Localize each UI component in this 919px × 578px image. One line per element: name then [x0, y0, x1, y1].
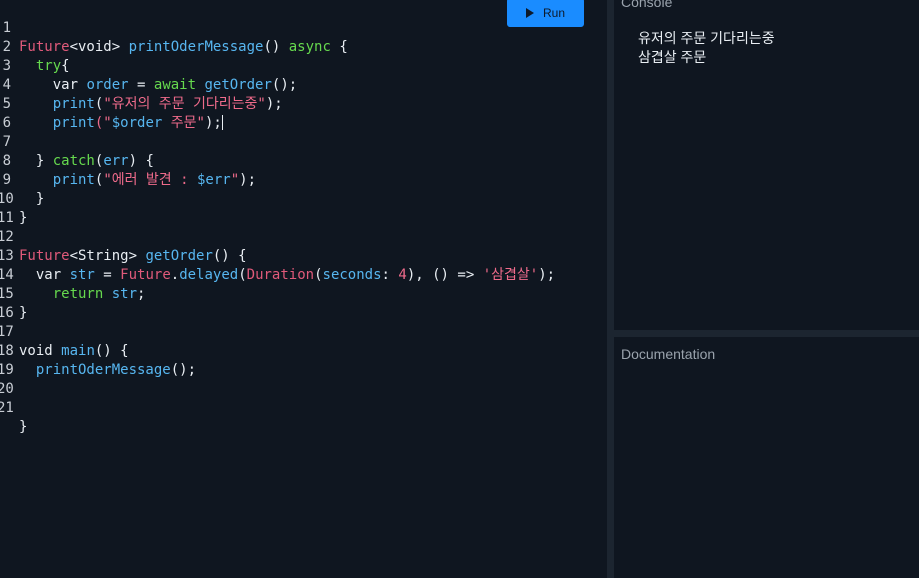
code-line: 5 print("$order 주문");	[0, 76, 607, 131]
vertical-splitter[interactable]	[607, 0, 614, 578]
console-line: 유저의 주문 기다리는중	[638, 30, 775, 46]
code-line: 20	[0, 361, 607, 397]
run-button[interactable]: Run	[507, 0, 584, 27]
code-editor[interactable]: 1 Future<void> printOderMessage() async …	[0, 0, 607, 578]
documentation-title: Documentation	[621, 346, 716, 362]
line-number: 21	[0, 400, 14, 416]
console-panel: Console 유저의 주문 기다리는중 삼겹살 주문	[614, 0, 919, 330]
console-title: Console	[621, 0, 673, 10]
play-icon	[525, 7, 534, 18]
code-token: }	[19, 419, 28, 435]
console-line: 삼겹살 주문	[638, 49, 707, 65]
code-line: 14 return str;	[0, 247, 607, 302]
horizontal-splitter[interactable]	[614, 330, 919, 337]
code-line: 15 }	[0, 266, 607, 321]
console-output: 유저의 주문 기다리는중 삼겹살 주문	[638, 29, 775, 67]
code-line: 3 var order = await getOrder();	[0, 38, 607, 93]
code-line: 21 }	[0, 380, 607, 435]
code-line: 9 }	[0, 152, 607, 207]
code-line: 13 var str = Future.delayed(Duration(sec…	[0, 228, 607, 283]
code-line: 6	[0, 95, 607, 131]
code-line: 17 void main() {	[0, 304, 607, 359]
code-line: 8 print("에러 발견 : $err");	[0, 133, 607, 188]
code-line: 18 printOderMessage();	[0, 323, 607, 378]
run-button-label: Run	[542, 5, 565, 20]
code-line: 11	[0, 190, 607, 226]
code-line: 19	[0, 342, 607, 378]
code-line: 10 }	[0, 171, 607, 226]
documentation-panel: Documentation	[614, 337, 919, 578]
code-line: 7 } catch(err) {	[0, 114, 607, 169]
code-line: 4 print("유저의 주문 기다리는중");	[0, 57, 607, 112]
code-line: 12 Future<String> getOrder() {	[0, 209, 607, 264]
code-line: 16	[0, 285, 607, 321]
